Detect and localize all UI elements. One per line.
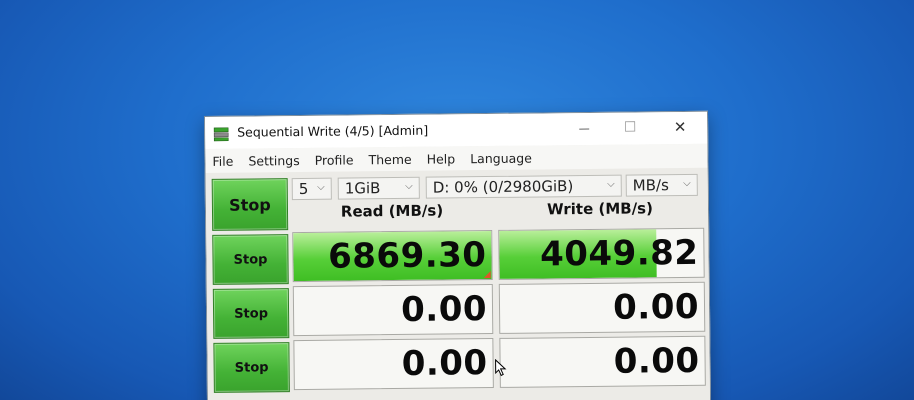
maximize-button[interactable]: ☐ [607, 112, 653, 142]
stop-row1-button[interactable]: Stop [212, 234, 289, 285]
stop-row3-button[interactable]: Stop [213, 342, 290, 393]
diskmark-window: Sequential Write (4/5) [Admin] — ☐ ✕ Fil… [204, 110, 712, 400]
test-count-select[interactable]: 5 ⌵ [291, 177, 332, 201]
benchmark-panel: Stop 5 ⌵ 1GiB ⌵ D: 0% (0/2980GiB) ⌵ MB/s… [205, 167, 711, 400]
read-value-row2: 0.00 [400, 289, 488, 330]
stop-row2-button[interactable]: Stop [212, 288, 290, 339]
drive-select[interactable]: D: 0% (0/2980GiB) ⌵ [425, 174, 622, 199]
menu-language[interactable]: Language [463, 150, 540, 166]
test-size-value: 1GiB [344, 179, 381, 198]
write-column-header: Write (MB/s) [546, 199, 654, 219]
menu-help[interactable]: Help [420, 151, 464, 166]
status-marker [483, 271, 491, 279]
write-value-row3: 0.00 [613, 340, 700, 382]
title-bar[interactable]: Sequential Write (4/5) [Admin] — ☐ ✕ [205, 111, 708, 149]
close-button[interactable]: ✕ [657, 112, 703, 142]
unit-value: MB/s [632, 176, 669, 195]
minimize-button[interactable]: — [561, 113, 607, 143]
app-disk-icon [213, 127, 229, 142]
mouse-pointer-icon [495, 358, 507, 377]
chevron-down-icon: ⌵ [607, 178, 615, 190]
write-result-row3: 0.00 [499, 335, 706, 388]
read-result-row2: 0.00 [292, 283, 494, 337]
read-bar-row3 [294, 341, 295, 390]
write-bar-row2 [499, 284, 501, 333]
read-result-row1: 6869.30 [292, 229, 493, 283]
write-value-row1: 4049.82 [539, 232, 699, 275]
write-value-row2: 0.00 [612, 286, 700, 328]
read-result-row3: 0.00 [293, 337, 494, 391]
chevron-down-icon: ⌵ [317, 181, 325, 193]
read-value-row1: 6869.30 [327, 235, 487, 277]
drive-value: D: 0% (0/2980GiB) [432, 177, 574, 197]
chevron-down-icon: ⌵ [683, 177, 691, 189]
test-size-select[interactable]: 1GiB ⌵ [337, 176, 420, 200]
maximize-icon: ☐ [623, 119, 637, 136]
write-result-row2: 0.00 [498, 281, 706, 334]
stop-all-button[interactable]: Stop [211, 178, 289, 231]
read-bar-row2 [293, 287, 295, 336]
window-title: Sequential Write (4/5) [Admin] [237, 122, 429, 140]
write-result-row1: 4049.82 [498, 227, 705, 280]
menu-file[interactable]: File [205, 153, 241, 168]
close-icon: ✕ [673, 117, 687, 137]
read-value-row3: 0.00 [401, 343, 488, 384]
menu-theme[interactable]: Theme [361, 151, 419, 167]
unit-select[interactable]: MB/s ⌵ [625, 173, 698, 197]
minimize-icon: — [578, 121, 590, 135]
menu-profile[interactable]: Profile [308, 152, 362, 168]
read-column-header: Read (MB/s) [340, 201, 444, 221]
chevron-down-icon: ⌵ [405, 180, 413, 192]
menu-settings[interactable]: Settings [241, 152, 307, 169]
test-count-value: 5 [298, 179, 309, 199]
